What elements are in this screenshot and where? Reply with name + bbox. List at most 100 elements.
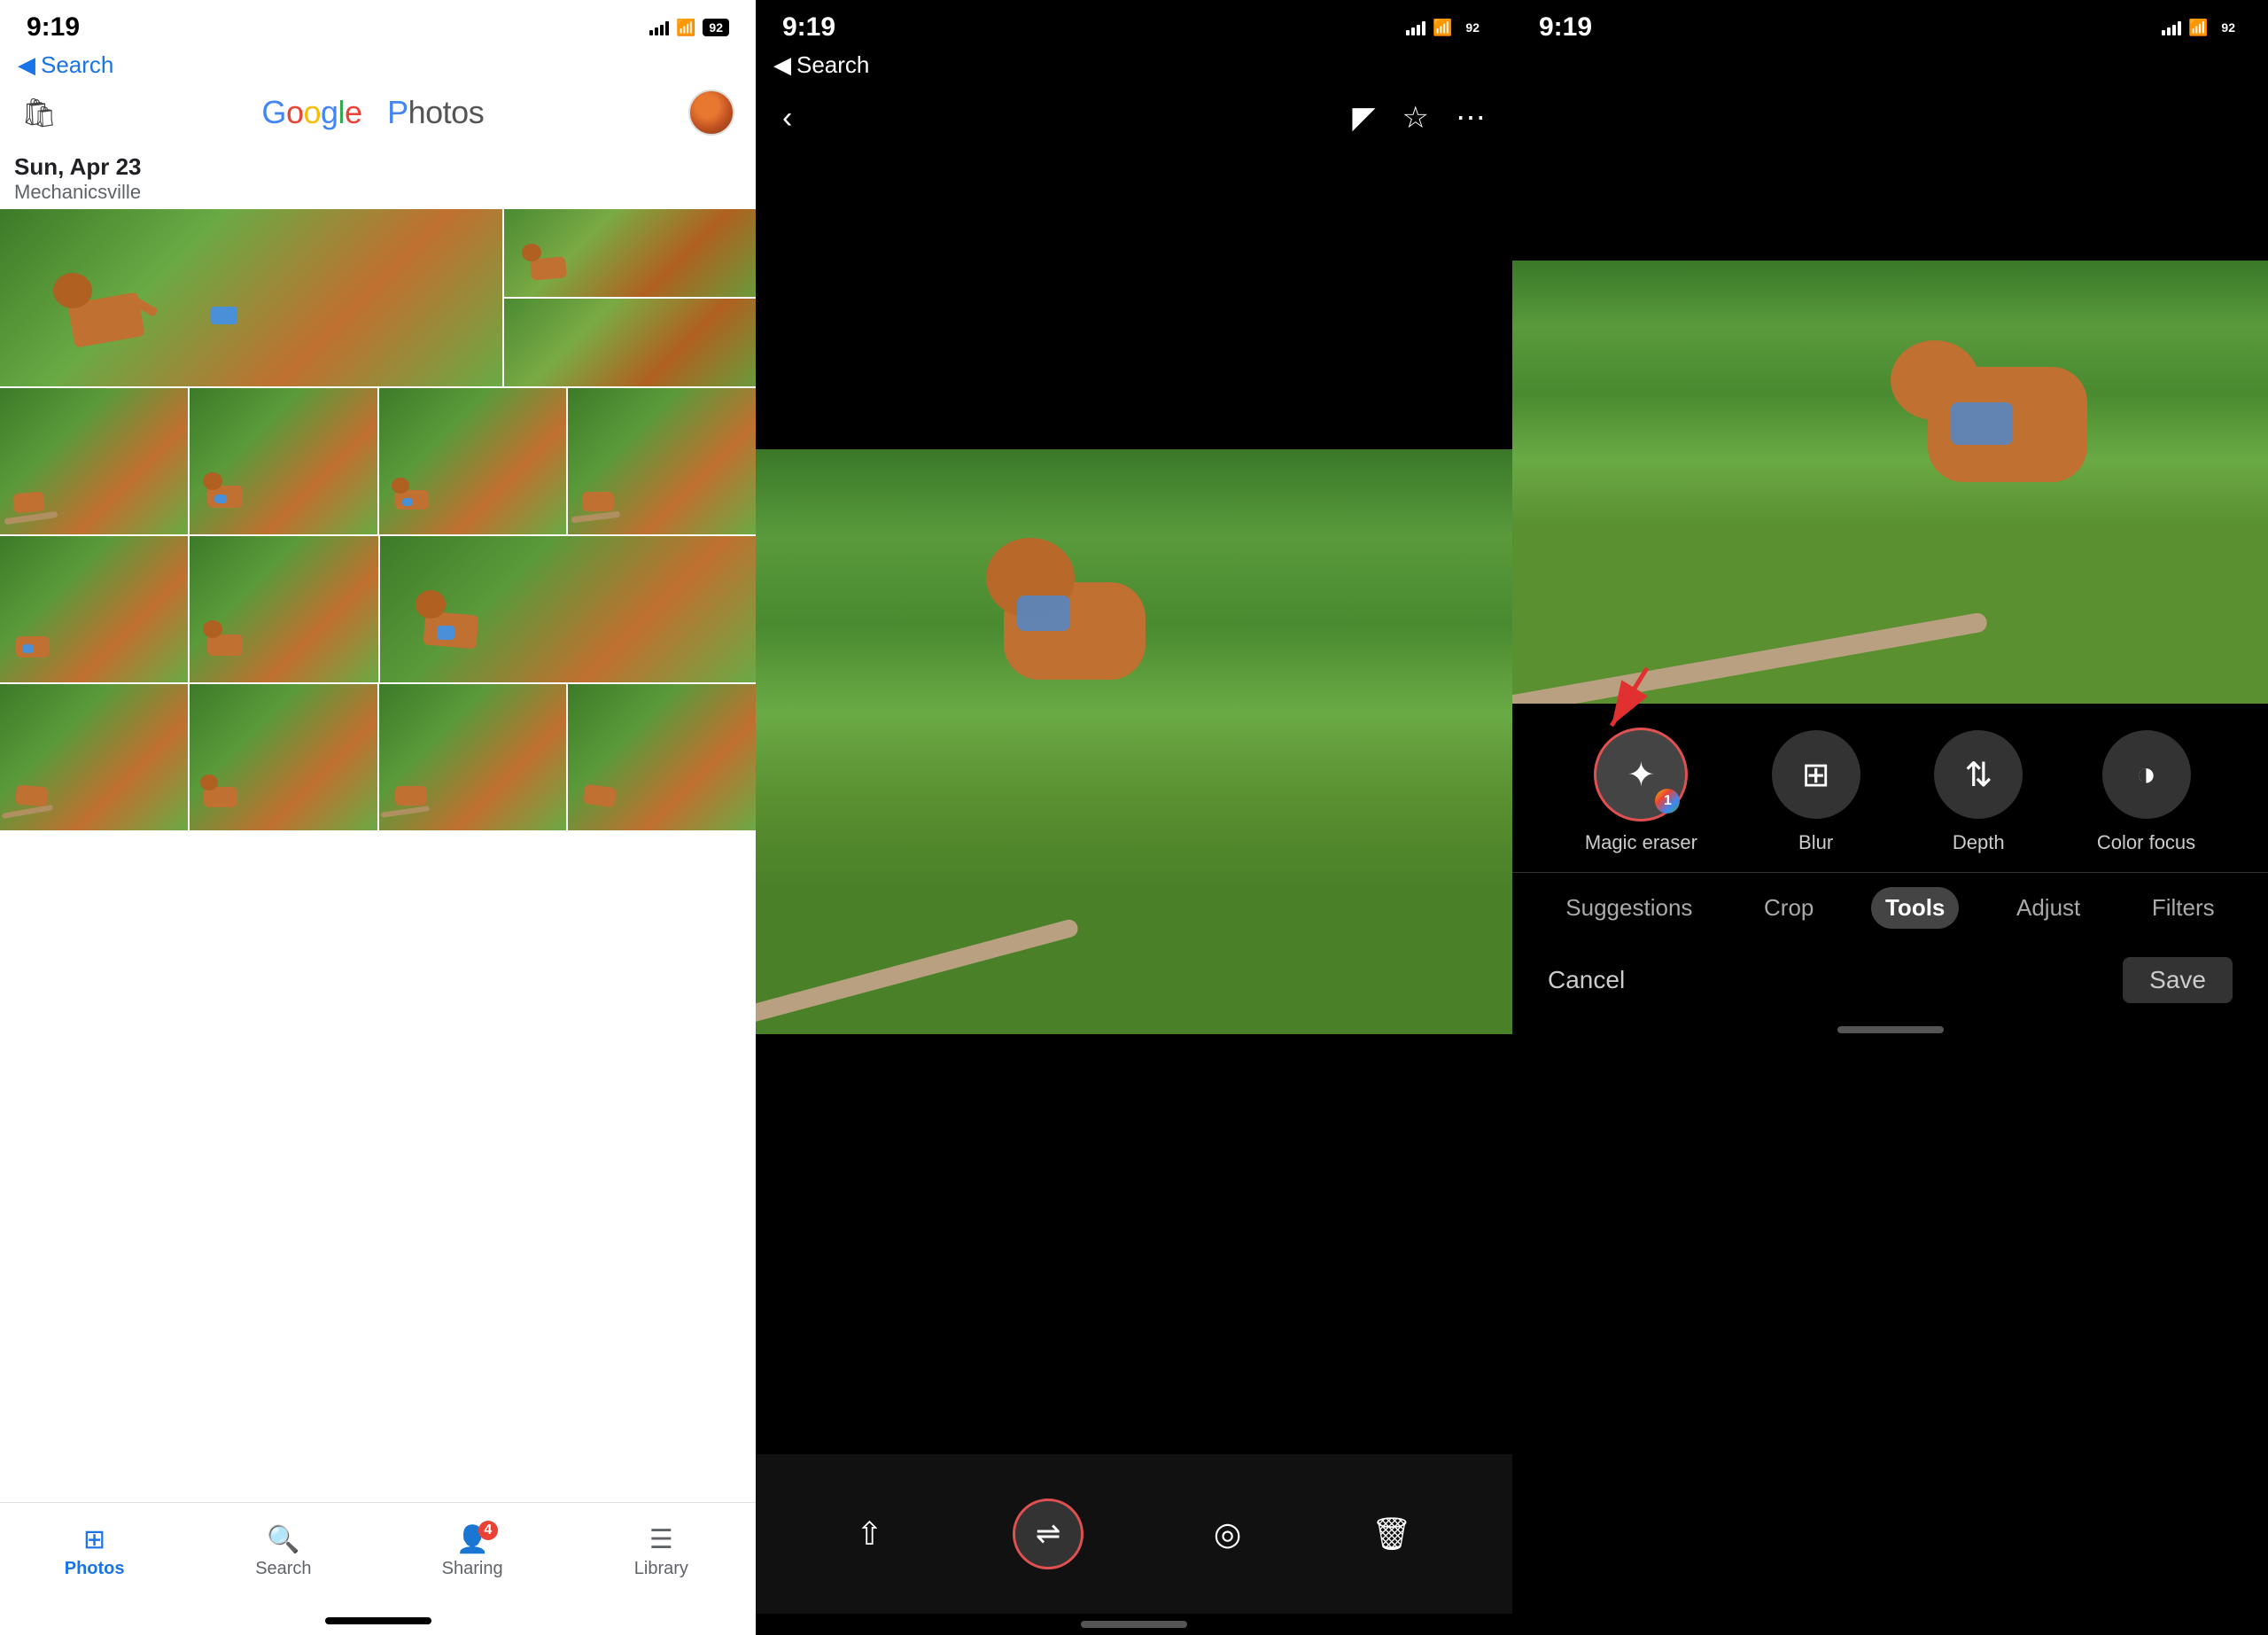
depth-button[interactable]: ⇅ bbox=[1934, 730, 2023, 819]
tab-filters[interactable]: Filters bbox=[2138, 887, 2229, 929]
back-label: Search bbox=[41, 51, 113, 79]
photo-cell[interactable] bbox=[568, 388, 756, 534]
viewer-status-bar: 9:19 📶 92 bbox=[756, 0, 1512, 48]
photo-cell[interactable] bbox=[379, 684, 567, 830]
edit-tabs: Suggestions Crop Tools Adjust Filters bbox=[1512, 872, 2268, 943]
toolbar-right: ◤ ☆ ⋯ bbox=[1352, 100, 1486, 136]
viewer-black-top bbox=[756, 153, 1512, 224]
dog-harness bbox=[1951, 402, 2013, 445]
main-photo[interactable] bbox=[756, 449, 1512, 1034]
photo-cell[interactable] bbox=[504, 209, 756, 297]
viewer-status-time: 9:19 bbox=[782, 12, 835, 43]
cast-icon[interactable]: ◤ bbox=[1352, 100, 1375, 136]
magic-eraser-button[interactable]: ✦ 1 bbox=[1596, 730, 1685, 819]
signal-icon bbox=[649, 19, 669, 35]
tools-section: ✦ 1 Magic eraser ⊞ Blur ⇅ Depth bbox=[1512, 704, 2268, 872]
status-bar: 9:19 📶 92 bbox=[0, 0, 756, 48]
nav-photos[interactable]: ⊞ Photos bbox=[50, 1524, 139, 1579]
photo-cell[interactable] bbox=[504, 299, 756, 386]
magic-eraser-tool[interactable]: ✦ 1 Magic eraser bbox=[1585, 730, 1697, 854]
back-button[interactable]: ‹ bbox=[782, 101, 792, 136]
home-indicator bbox=[325, 1617, 431, 1624]
color-focus-tool[interactable]: ◑ Color focus bbox=[2097, 730, 2195, 854]
shop-icon[interactable]: 🛍 bbox=[21, 96, 58, 129]
app-header: 🛍 Google Photos bbox=[0, 82, 756, 146]
bottom-nav: ⊞ Photos 🔍 Search 👤 4 Sharing ☰ Library bbox=[0, 1502, 756, 1617]
tab-tools[interactable]: Tools bbox=[1871, 887, 1959, 929]
editor-signal-icon bbox=[2162, 19, 2181, 35]
photo-cell[interactable] bbox=[190, 536, 377, 682]
search-label: Search bbox=[255, 1559, 311, 1579]
editor-wifi-icon: 📶 bbox=[2188, 19, 2208, 37]
viewer-wifi-icon: 📶 bbox=[1433, 19, 1452, 37]
delete-icon[interactable]: 🗑 bbox=[1371, 1515, 1412, 1553]
viewer-home-indicator bbox=[1081, 1621, 1187, 1628]
depth-label: Depth bbox=[1953, 831, 2005, 854]
grid-row-quad-3 bbox=[0, 684, 756, 830]
nav-search[interactable]: 🔍 Search bbox=[239, 1524, 328, 1579]
viewer-back-nav[interactable]: ◀ Search bbox=[756, 48, 1512, 82]
color-focus-label: Color focus bbox=[2097, 831, 2195, 854]
tools-row: ✦ 1 Magic eraser ⊞ Blur ⇅ Depth bbox=[1548, 730, 2233, 854]
blur-button[interactable]: ⊞ bbox=[1772, 730, 1860, 819]
photo-cell[interactable] bbox=[568, 684, 756, 830]
sharing-label: Sharing bbox=[442, 1559, 503, 1579]
photo-grid bbox=[0, 209, 756, 1502]
photo-cell[interactable] bbox=[0, 209, 502, 386]
viewer-bottom-toolbar: ⇧ ⇌ ◎ 🗑 bbox=[756, 1454, 1512, 1614]
edit-action-bar: Cancel Save bbox=[1512, 943, 2268, 1017]
viewer-signal-icon bbox=[1406, 19, 1425, 35]
magic-eraser-icon: ✦ bbox=[1627, 755, 1655, 795]
viewer-black-bottom bbox=[756, 1259, 1512, 1454]
library-label: Library bbox=[634, 1559, 688, 1579]
lens-icon[interactable]: ◎ bbox=[1214, 1515, 1241, 1553]
editor-black-top bbox=[1512, 48, 2268, 261]
nav-sharing[interactable]: 👤 4 Sharing bbox=[428, 1524, 517, 1579]
battery-indicator: 92 bbox=[703, 19, 729, 36]
back-arrow-icon: ◀ bbox=[18, 51, 35, 79]
grid-row-quad-1 bbox=[0, 388, 756, 534]
avatar[interactable] bbox=[688, 90, 734, 136]
sliders-icon: ⇌ bbox=[1036, 1516, 1061, 1552]
grid-row-quad-2 bbox=[0, 536, 756, 682]
photo-cell[interactable] bbox=[0, 684, 188, 830]
editor-status-bar: 9:19 📶 92 bbox=[1512, 0, 2268, 48]
photo-cell[interactable] bbox=[190, 684, 377, 830]
depth-icon: ⇅ bbox=[1964, 755, 1992, 795]
editor-photo[interactable] bbox=[1512, 261, 2268, 704]
viewer-toolbar: ‹ ◤ ☆ ⋯ bbox=[756, 82, 1512, 153]
color-focus-icon: ◑ bbox=[2136, 756, 2156, 794]
photo-cell[interactable] bbox=[380, 536, 757, 682]
share-icon[interactable]: ⇧ bbox=[856, 1515, 882, 1553]
edit-button[interactable]: ⇌ bbox=[1013, 1499, 1084, 1569]
viewer-battery: 92 bbox=[1459, 19, 1486, 36]
red-arrow-indicator bbox=[1594, 659, 1665, 744]
nav-library[interactable]: ☰ Library bbox=[617, 1524, 705, 1579]
color-focus-button[interactable]: ◑ bbox=[2102, 730, 2191, 819]
more-icon[interactable]: ⋯ bbox=[1456, 100, 1486, 136]
favorite-icon[interactable]: ☆ bbox=[1402, 100, 1429, 136]
tab-crop[interactable]: Crop bbox=[1750, 887, 1828, 929]
save-button[interactable]: Save bbox=[2123, 957, 2233, 1003]
photo-cell[interactable] bbox=[379, 388, 567, 534]
tab-adjust[interactable]: Adjust bbox=[2002, 887, 2094, 929]
blur-label: Blur bbox=[1798, 831, 1833, 854]
blur-tool[interactable]: ⊞ Blur bbox=[1772, 730, 1860, 854]
photo-cell[interactable] bbox=[190, 388, 377, 534]
magic-eraser-badge: 1 bbox=[1655, 789, 1680, 814]
back-nav[interactable]: ◀ Search bbox=[0, 48, 756, 82]
sharing-badge: 4 bbox=[478, 1521, 498, 1540]
date-section: Sun, Apr 23 Mechanicsville bbox=[0, 146, 756, 209]
depth-tool[interactable]: ⇅ Depth bbox=[1934, 730, 2023, 854]
cancel-button[interactable]: Cancel bbox=[1548, 966, 1625, 994]
viewer-status-icons: 📶 92 bbox=[1406, 19, 1486, 37]
editor-battery: 92 bbox=[2215, 19, 2241, 36]
app-logo: Google Photos bbox=[261, 94, 484, 131]
blur-icon: ⊞ bbox=[1802, 755, 1830, 795]
photo-cell[interactable] bbox=[0, 388, 188, 534]
library-panel: 9:19 📶 92 ◀ Search 🛍 Google Photos Sun, … bbox=[0, 0, 756, 1635]
back-arrow-icon: ◀ bbox=[773, 51, 791, 79]
editor-status-icons: 📶 92 bbox=[2162, 19, 2241, 37]
tab-suggestions[interactable]: Suggestions bbox=[1551, 887, 1706, 929]
photo-cell[interactable] bbox=[0, 536, 188, 682]
